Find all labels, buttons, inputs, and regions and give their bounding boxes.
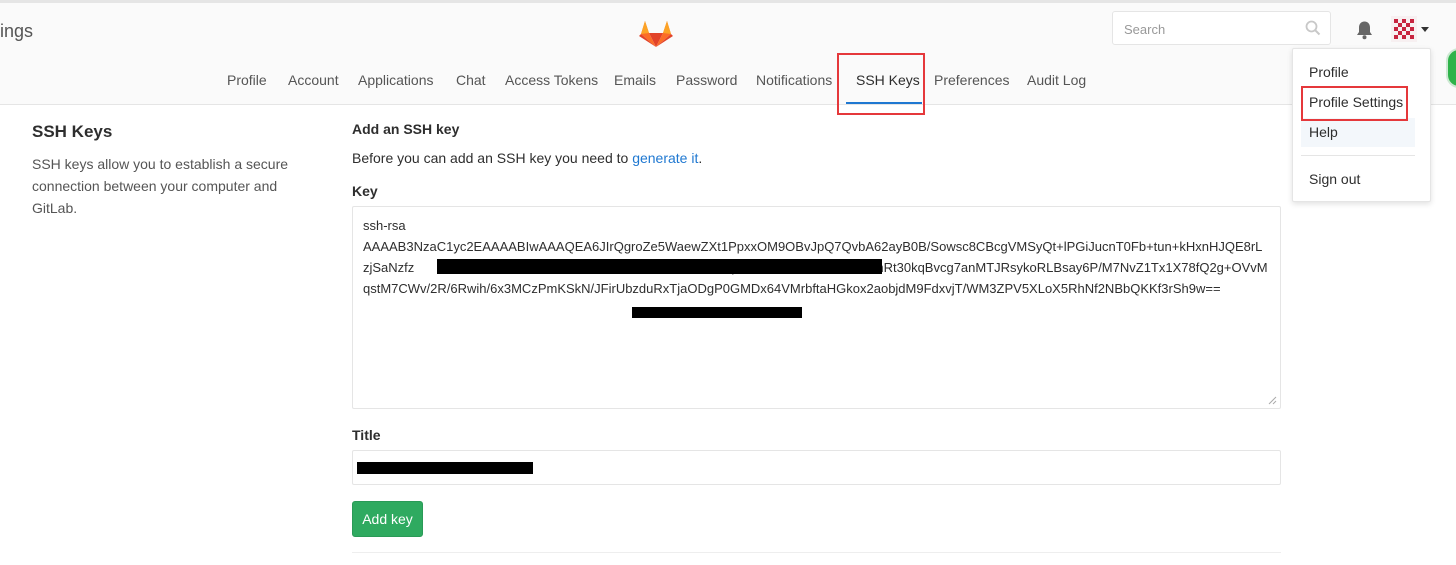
settings-nav: Profile Account Applications Chat Access…: [0, 62, 1456, 107]
search-input[interactable]: [1122, 13, 1306, 45]
tab-applications[interactable]: Applications: [358, 72, 434, 88]
page-title: ings: [0, 21, 34, 41]
title-input[interactable]: [352, 450, 1281, 485]
user-menu-toggle[interactable]: [1391, 16, 1433, 42]
redaction-bar: [437, 259, 882, 274]
tab-audit-log[interactable]: Audit Log: [1027, 72, 1086, 88]
form-heading: Add an SSH key: [352, 121, 460, 137]
title-label: Title: [352, 427, 381, 443]
menu-divider: [1301, 155, 1415, 156]
highlight-ssh-keys-tab: [837, 53, 925, 115]
tab-profile[interactable]: Profile: [227, 72, 267, 88]
key-label: Key: [352, 183, 378, 199]
bell-icon[interactable]: [1355, 20, 1374, 40]
header: ings Search Profile Account Applications…: [0, 3, 1456, 105]
tab-emails[interactable]: Emails: [614, 72, 656, 88]
tab-chat[interactable]: Chat: [456, 72, 486, 88]
redaction-bar: [357, 462, 533, 474]
resize-grip-icon[interactable]: [1268, 396, 1277, 405]
key-value: ssh-rsa AAAAB3NzaC1yc2EAAAABIwAAAQEA6JIr…: [363, 218, 1268, 296]
redaction-bar: [632, 307, 802, 318]
menu-item-help[interactable]: Help: [1309, 124, 1338, 140]
tab-account[interactable]: Account: [288, 72, 339, 88]
menu-item-profile[interactable]: Profile: [1309, 64, 1349, 80]
user-dropdown-menu: Profile Profile Settings Help Sign out: [1292, 48, 1431, 202]
generate-it-link[interactable]: generate it: [632, 150, 698, 166]
chevron-down-icon[interactable]: [1421, 27, 1429, 32]
gitlab-logo-icon[interactable]: [637, 12, 675, 50]
search-icon[interactable]: [1305, 20, 1321, 36]
add-key-button[interactable]: Add key: [352, 501, 423, 537]
section-description: SSH keys allow you to establish a secure…: [32, 156, 289, 216]
key-textarea[interactable]: ssh-rsa AAAAB3NzaC1yc2EAAAABIwAAAQEA6JIr…: [352, 206, 1281, 409]
tab-access-tokens[interactable]: Access Tokens: [505, 72, 598, 88]
form-intro: Before you can add an SSH key you need t…: [352, 150, 702, 166]
form-divider: [352, 552, 1281, 553]
intro-text: Before you can add an SSH key you need t…: [352, 150, 633, 166]
tab-notifications[interactable]: Notifications: [756, 72, 832, 88]
section-title: SSH Keys: [32, 122, 113, 141]
extension-badge[interactable]: [1446, 48, 1456, 88]
search-box[interactable]: [1112, 11, 1331, 45]
tab-preferences[interactable]: Preferences: [934, 72, 1009, 88]
menu-item-sign-out[interactable]: Sign out: [1309, 171, 1360, 187]
intro-suffix: .: [698, 150, 703, 166]
avatar[interactable]: [1391, 16, 1417, 42]
tab-password[interactable]: Password: [676, 72, 737, 88]
highlight-profile-settings: [1301, 86, 1408, 121]
